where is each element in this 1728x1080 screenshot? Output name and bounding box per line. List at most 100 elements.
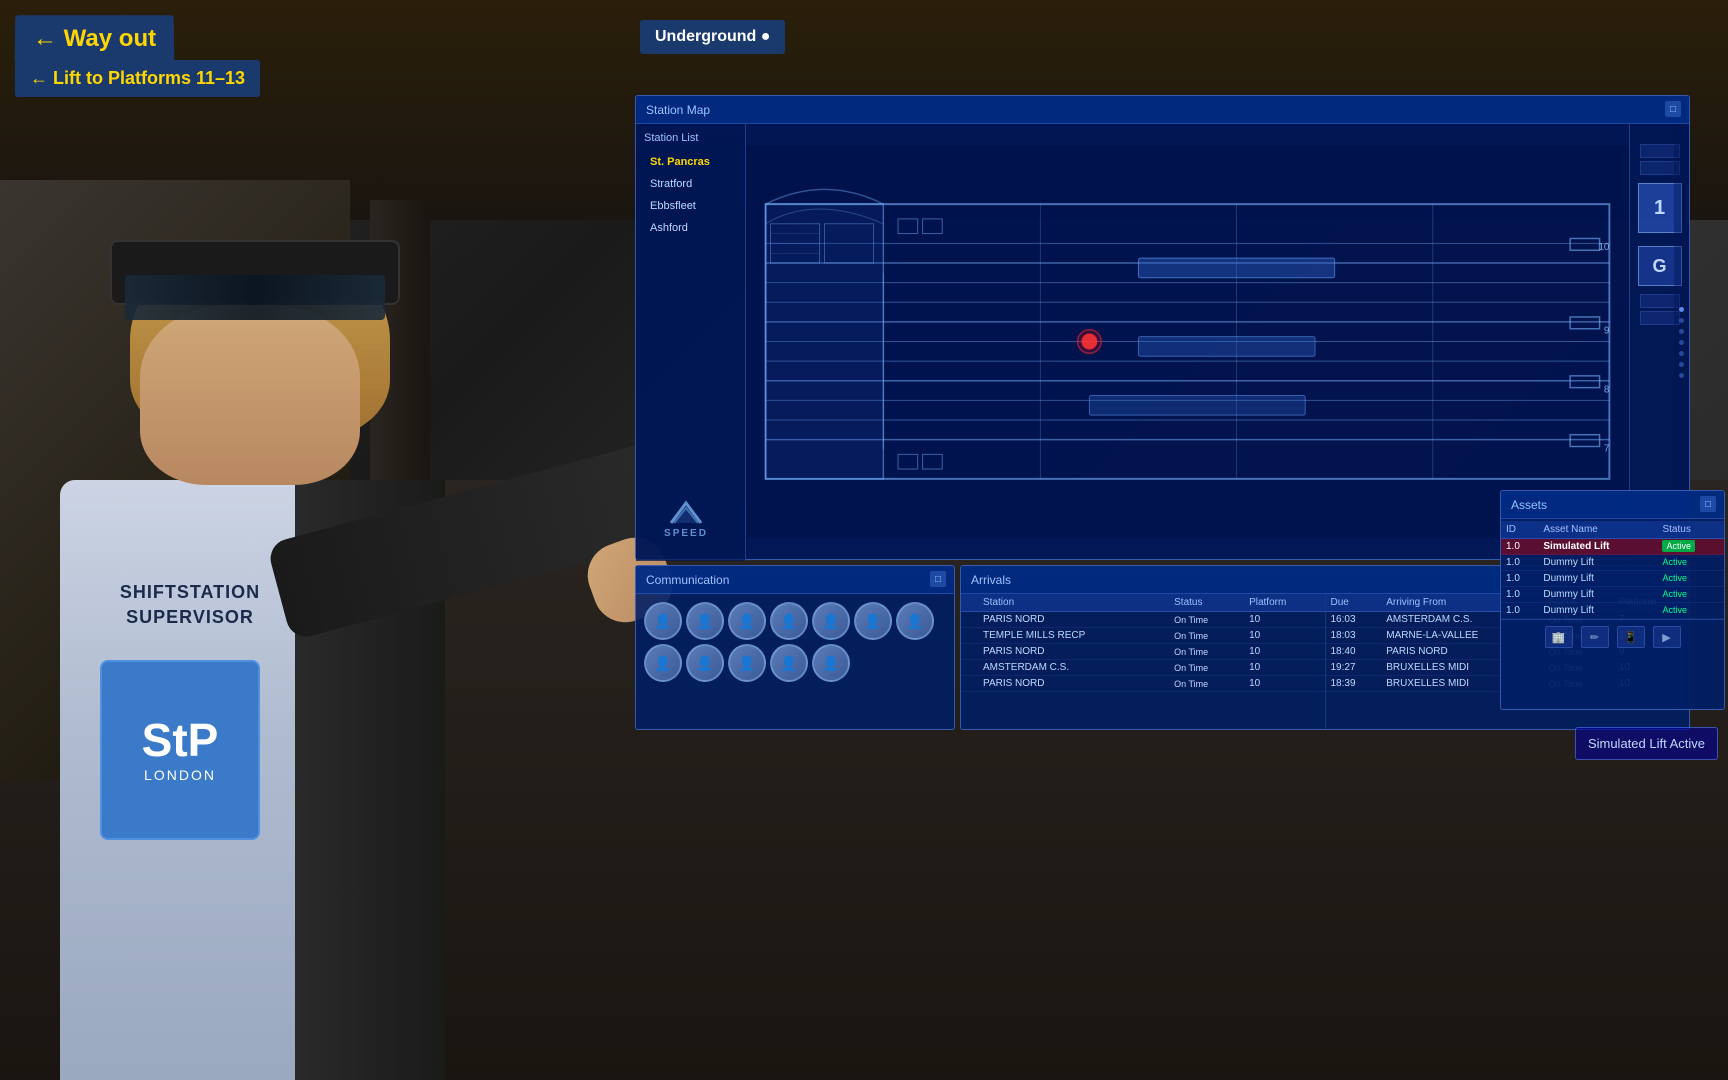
- avatar-6[interactable]: 👤: [854, 602, 892, 640]
- asset-status-3: Active: [1657, 571, 1724, 587]
- avatar-5[interactable]: 👤: [812, 602, 850, 640]
- dep-row-3[interactable]: PARIS NORD On Time 10: [961, 644, 1325, 660]
- scroll-dot-4: [1679, 340, 1684, 345]
- arr-due-4: 19:27: [1326, 660, 1382, 676]
- scroll-dot-7: [1679, 373, 1684, 378]
- dep-status-5: On Time: [1169, 676, 1244, 692]
- vest-logo-sub: LONDON: [144, 767, 216, 783]
- asset-row-1[interactable]: 1.0 Simulated Lift Active: [1501, 539, 1724, 555]
- dep-col-time: [961, 594, 978, 612]
- dep-station-5: PARIS NORD: [978, 676, 1169, 692]
- asset-row-4[interactable]: 1.0 Dummy Lift Active: [1501, 587, 1724, 603]
- assets-col-status: Status: [1657, 521, 1724, 539]
- asset-status-5: Active: [1657, 603, 1724, 619]
- arr-due-1: 16:03: [1326, 612, 1382, 628]
- assets-panel-container: Assets □ ID Asset Name Status 1.0 Simula…: [1500, 490, 1725, 710]
- comm-header: Communication □: [636, 566, 954, 594]
- station-item-st-pancras[interactable]: St. Pancras: [644, 152, 737, 172]
- asset-name-3: Dummy Lift: [1538, 571, 1657, 587]
- asset-row-2[interactable]: 1.0 Dummy Lift Active: [1501, 555, 1724, 571]
- asset-id-5: 1.0: [1501, 603, 1538, 619]
- assets-title: Assets: [1511, 498, 1547, 512]
- assets-minimize[interactable]: □: [1700, 496, 1716, 512]
- dep-platform-5: 10: [1244, 676, 1324, 692]
- departures-section: Station Status Platform PARIS NORD On Ti…: [961, 594, 1326, 729]
- avatar-9[interactable]: 👤: [686, 644, 724, 682]
- dep-row-4[interactable]: AMSTERDAM C.S. On Time 10: [961, 660, 1325, 676]
- asset-name-4: Dummy Lift: [1538, 587, 1657, 603]
- dep-time-5: [961, 676, 978, 692]
- dep-col-station: Station: [978, 594, 1169, 612]
- toolbar-icon-mobile[interactable]: 📱: [1617, 626, 1645, 648]
- bg-sign-wayout: ← Way out: [15, 15, 175, 63]
- station-item-stratford[interactable]: Stratford: [644, 174, 737, 194]
- toolbar-icon-video[interactable]: ▶: [1653, 626, 1681, 648]
- arr-due-2: 18:03: [1326, 628, 1382, 644]
- scroll-dot-6: [1679, 362, 1684, 367]
- bg-sign-platforms: ← Lift to Platforms 11–13: [15, 60, 260, 97]
- underground-text: Underground ●: [655, 28, 770, 45]
- avatar-3[interactable]: 👤: [728, 602, 766, 640]
- station-list-sidebar: Station List St. Pancras Stratford Ebbsf…: [636, 124, 746, 561]
- asset-id-2: 1.0: [1501, 555, 1538, 571]
- dep-row-1[interactable]: PARIS NORD On Time 10: [961, 612, 1325, 628]
- dep-status-2: On Time: [1169, 628, 1244, 644]
- dep-platform-3: 10: [1244, 644, 1324, 660]
- assets-panel: Assets □ ID Asset Name Status 1.0 Simula…: [1500, 490, 1725, 710]
- assets-col-id: ID: [1501, 521, 1538, 539]
- dep-station-3: PARIS NORD: [978, 644, 1169, 660]
- assets-header: Assets □: [1501, 491, 1724, 519]
- asset-row-3[interactable]: 1.0 Dummy Lift Active: [1501, 571, 1724, 587]
- platforms-text: ← Lift to Platforms 11–13: [30, 68, 245, 88]
- vest-logo-badge: StP LONDON: [100, 660, 260, 840]
- dep-status-3: On Time: [1169, 644, 1244, 660]
- dep-platform-2: 10: [1244, 628, 1324, 644]
- avatar-2[interactable]: 👤: [686, 602, 724, 640]
- svg-text:7: 7: [1604, 443, 1609, 454]
- departures-body: PARIS NORD On Time 10 TEMPLE MILLS RECP …: [961, 612, 1325, 692]
- station-item-ashford[interactable]: Ashford: [644, 218, 737, 238]
- comm-title: Communication: [646, 573, 729, 587]
- station-map-minimize[interactable]: □: [1665, 101, 1681, 117]
- arrivals-tab-label[interactable]: Arrivals: [971, 573, 1011, 587]
- dep-time-1: [961, 612, 978, 628]
- asset-row-5[interactable]: 1.0 Dummy Lift Active: [1501, 603, 1724, 619]
- avatar-grid: 👤 👤 👤 👤 👤 👤 👤 👤 👤 👤 👤 👤: [636, 594, 954, 690]
- vest-logo-text: StP: [142, 717, 219, 763]
- scroll-dot-2: [1679, 318, 1684, 323]
- dep-row-5[interactable]: PARIS NORD On Time 10: [961, 676, 1325, 692]
- avatar-11[interactable]: 👤: [770, 644, 808, 682]
- departures-table: Station Status Platform PARIS NORD On Ti…: [961, 594, 1325, 692]
- avatar-1[interactable]: 👤: [644, 602, 682, 640]
- assets-body: 1.0 Simulated Lift Active 1.0 Dummy Lift…: [1501, 539, 1724, 619]
- station-map-title: Station Map: [646, 103, 710, 117]
- scroll-dot-3: [1679, 329, 1684, 334]
- avatar-8[interactable]: 👤: [644, 644, 682, 682]
- asset-name-5: Dummy Lift: [1538, 603, 1657, 619]
- asset-name-2: Dummy Lift: [1538, 555, 1657, 571]
- dep-station-4: AMSTERDAM C.S.: [978, 660, 1169, 676]
- avatar-4[interactable]: 👤: [770, 602, 808, 640]
- avatar-12[interactable]: 👤: [812, 644, 850, 682]
- comm-minimize[interactable]: □: [930, 571, 946, 587]
- blueprint-svg: 10 9 8 7: [746, 124, 1629, 559]
- sim-lift-banner: Simulated Lift Active: [1575, 727, 1718, 760]
- station-map-header: Station Map □: [636, 96, 1689, 124]
- speed-text: SPEED: [664, 528, 708, 539]
- departures-header-row: Station Status Platform: [961, 594, 1325, 612]
- avatar-10[interactable]: 👤: [728, 644, 766, 682]
- map-area: 10 9 8 7: [746, 124, 1629, 559]
- speed-logo: SPEED: [651, 491, 721, 546]
- dep-station-1: PARIS NORD: [978, 612, 1169, 628]
- dep-platform-4: 10: [1244, 660, 1324, 676]
- toolbar-icon-building[interactable]: 🏢: [1545, 626, 1573, 648]
- avatar-7[interactable]: 👤: [896, 602, 934, 640]
- scroll-dot-5: [1679, 351, 1684, 356]
- station-item-ebbsfleet[interactable]: Ebbsfleet: [644, 196, 737, 216]
- station-list-title: Station List: [644, 132, 737, 144]
- dep-row-2[interactable]: TEMPLE MILLS RECP On Time 10: [961, 628, 1325, 644]
- asset-status-2: Active: [1657, 555, 1724, 571]
- asset-status-1: Active: [1657, 539, 1724, 555]
- toolbar-icon-edit[interactable]: ✏: [1581, 626, 1609, 648]
- scroll-dot-1: [1679, 307, 1684, 312]
